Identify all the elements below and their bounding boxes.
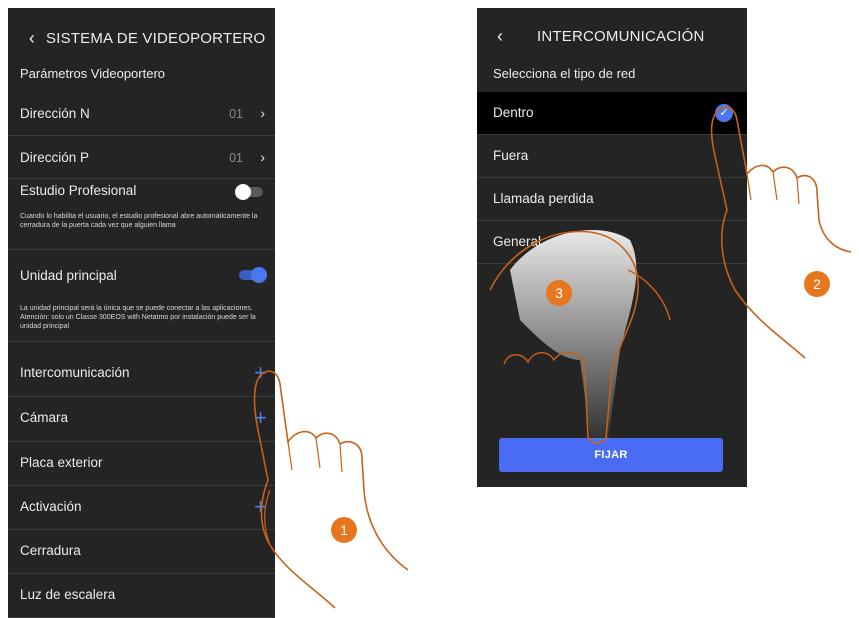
unidad-principal-row: Unidad principal La unidad principal ser…	[8, 250, 275, 342]
row-label: Dirección P	[20, 150, 90, 165]
plus-icon[interactable]: +	[254, 407, 267, 429]
step-badge-1: 1	[331, 517, 357, 543]
direccion-n-row[interactable]: Dirección N 01 ›	[8, 92, 275, 136]
row-label: Cerradura	[20, 543, 81, 558]
row-label: Dirección N	[20, 106, 90, 121]
placa-exterior-row[interactable]: Placa exterior	[8, 442, 275, 486]
row-value: 01	[229, 107, 243, 121]
option-llamada-perdida[interactable]: Llamada perdida	[477, 178, 747, 221]
unidad-principal-toggle[interactable]	[239, 267, 267, 283]
section-label: Parámetros Videoportero	[20, 66, 166, 81]
row-label: Estudio Profesional	[20, 183, 137, 198]
row-description: La unidad principal será la única que se…	[20, 305, 256, 330]
chevron-right-icon: ›	[260, 105, 265, 121]
step-badge-3: 3	[546, 280, 572, 306]
step-badge-2: 2	[804, 271, 830, 297]
fijar-button[interactable]: FIJAR	[499, 438, 723, 472]
page-title: INTERCOMUNICACIÓN	[537, 27, 705, 45]
section-label: Selecciona el tipo de red	[493, 66, 636, 81]
videoportero-settings-screen: ‹ SISTEMA DE VIDEOPORTERO Parámetros Vid…	[8, 8, 275, 618]
page-title-bar: ‹ INTERCOMUNICACIÓN	[477, 14, 747, 58]
toggle-knob	[235, 184, 251, 200]
checkmark-icon: ✓	[715, 104, 733, 122]
option-label: Dentro	[493, 105, 534, 120]
estudio-profesional-toggle[interactable]	[235, 184, 263, 200]
estudio-profesional-row: Estudio Profesional Cuando lo habilita e…	[8, 179, 275, 250]
page-title-bar: ‹ SISTEMA DE VIDEOPORTERO	[8, 16, 275, 60]
row-label: Intercomunicación	[20, 365, 130, 380]
luz-de-escalera-row[interactable]: Luz de escalera	[8, 574, 275, 618]
intercomunicacion-screen: ‹ INTERCOMUNICACIÓN Selecciona el tipo d…	[477, 8, 747, 487]
row-description: Cuando lo habilita el usuario, el estudi…	[20, 213, 258, 229]
camara-row[interactable]: Cámara +	[8, 397, 275, 442]
option-label: General	[493, 234, 542, 249]
toggle-knob	[251, 267, 267, 283]
row-label: Luz de escalera	[20, 587, 116, 602]
back-button[interactable]: ‹	[491, 26, 537, 47]
row-label: Placa exterior	[20, 455, 103, 470]
option-general[interactable]: General	[477, 221, 747, 264]
row-value: 01	[229, 151, 243, 165]
plus-icon[interactable]: +	[254, 362, 267, 384]
chevron-right-icon: ›	[260, 149, 265, 165]
row-label: Cámara	[20, 410, 69, 425]
option-label: Llamada perdida	[493, 191, 594, 206]
cerradura-row[interactable]: Cerradura	[8, 530, 275, 574]
row-label: Unidad principal	[20, 268, 117, 283]
option-label: Fuera	[493, 148, 529, 163]
direccion-p-row[interactable]: Dirección P 01 ›	[8, 136, 275, 179]
option-dentro[interactable]: Dentro ✓	[477, 92, 747, 135]
page-title: SISTEMA DE VIDEOPORTERO	[46, 29, 266, 47]
activacion-row[interactable]: Activación +	[8, 486, 275, 530]
intercomunicacion-row[interactable]: Intercomunicación +	[8, 352, 275, 397]
row-label: Activación	[20, 499, 82, 514]
option-fuera[interactable]: Fuera	[477, 135, 747, 178]
plus-icon[interactable]: +	[254, 496, 267, 518]
back-button[interactable]: ‹	[18, 28, 46, 49]
